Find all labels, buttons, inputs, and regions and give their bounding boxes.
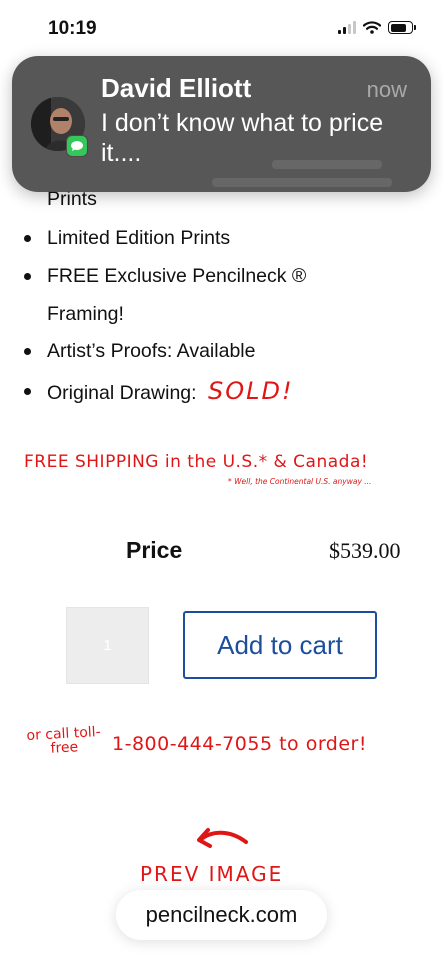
bullet-dot: [24, 388, 31, 395]
messages-icon: [66, 135, 88, 157]
product-bullet-list: Limited Edition Prints FREE Exclusive Pe…: [22, 221, 422, 410]
bullet-dot: [24, 235, 31, 242]
status-bar: 10:19: [0, 0, 443, 56]
bullet-original-drawing: Original Drawing: SOLD!: [22, 374, 422, 410]
status-icons: [338, 21, 416, 34]
price-label: Price: [126, 537, 183, 563]
prev-image-link[interactable]: PREV IMAGE: [140, 862, 283, 886]
address-bar[interactable]: pencilneck.com: [116, 890, 327, 940]
bullet-continuation: Framing!: [22, 297, 422, 331]
shipping-footnote: * Well, the Continental U.S. anyway ...: [228, 477, 372, 486]
wifi-icon: [363, 21, 381, 34]
bullet-text: Original Drawing:: [47, 382, 197, 404]
bullet-free-framing: FREE Exclusive Pencilneck ®: [22, 259, 422, 293]
status-time: 10:19: [48, 18, 97, 39]
notification-sender: David Elliott: [101, 73, 252, 103]
bullet-artists-proofs: Artist’s Proofs: Available: [22, 334, 422, 368]
arrow-left-icon[interactable]: [190, 822, 250, 858]
quantity-input[interactable]: 1: [66, 607, 149, 684]
sold-label: SOLD!: [207, 377, 294, 405]
free-shipping-banner: FREE SHIPPING in the U.S.* & Canada!: [24, 452, 369, 472]
phone-number[interactable]: 1-800-444-7055 to order!: [112, 733, 367, 755]
battery-icon: [388, 21, 416, 34]
bullet-text: Framing!: [47, 303, 124, 325]
message-notification[interactable]: David Elliott now I don’t know what to p…: [12, 56, 431, 192]
notification-time: now: [366, 77, 407, 102]
cellular-signal-icon: [338, 21, 356, 34]
bullet-dot: [24, 348, 31, 355]
add-to-cart-button[interactable]: Add to cart: [183, 611, 377, 679]
bullet-text: Artist’s Proofs: Available: [47, 340, 256, 362]
bullet-dot: [24, 273, 31, 280]
price-value: $539.00: [329, 538, 401, 563]
bullet-limited-edition: Limited Edition Prints: [22, 221, 422, 255]
bullet-text: Limited Edition Prints: [47, 227, 231, 249]
bullet-text: FREE Exclusive Pencilneck ®: [47, 265, 307, 287]
notification-message: I don’t know what to price it....: [101, 109, 384, 167]
or-call-label: or call toll-free: [26, 724, 102, 757]
